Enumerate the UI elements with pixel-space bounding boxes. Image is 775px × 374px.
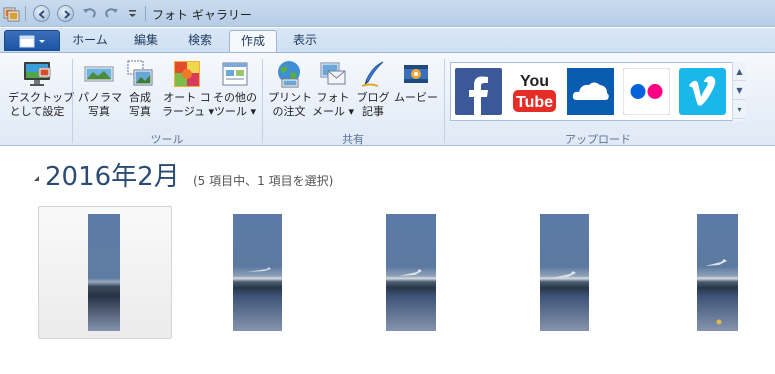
tab-view[interactable]: 表示 [281, 30, 329, 53]
tab-create[interactable]: 作成 [229, 30, 277, 53]
svg-text:Tube: Tube [516, 94, 553, 111]
photo-fuse-label-line1: 合成 [129, 91, 151, 104]
gallery-expand-button[interactable]: ▾ [733, 100, 746, 119]
flickr-icon[interactable] [623, 68, 670, 115]
upload-group-label: アップロード [565, 133, 631, 146]
redo-icon[interactable] [103, 5, 120, 22]
title-separator [145, 6, 146, 21]
set-as-desktop-label-line2: として設定 [9, 105, 65, 118]
auto-collage-button[interactable]: オート コ ラージュ ▾ [162, 59, 215, 119]
ribbon-group-separator [262, 59, 263, 143]
photo-fuse-button[interactable]: 合成 写真 [122, 59, 158, 119]
gallery-scroll-up-button[interactable]: ▲ [733, 62, 746, 81]
panorama-button[interactable]: パノラマ 写真 [78, 59, 122, 119]
photo-gallery-app-icon[interactable] [3, 5, 20, 22]
photo-thumbnail[interactable] [386, 214, 436, 331]
gallery-scroll-down-button[interactable]: ▼ [733, 81, 746, 100]
ribbon-group-separator [72, 59, 73, 143]
set-as-desktop-button[interactable]: デスクトップ として設定 [8, 59, 74, 119]
photo-email-label-line2: メール ▾ [312, 105, 355, 118]
photo-email-button[interactable]: フォト メール ▾ [312, 59, 354, 119]
panorama-label-line1: パノラマ [78, 91, 122, 104]
photo-thumbnail[interactable] [540, 214, 589, 331]
svg-text:You: You [520, 73, 549, 90]
auto-collage-icon [174, 61, 200, 87]
facebook-icon[interactable] [455, 68, 502, 115]
blog-post-label-line2: 記事 [362, 105, 384, 118]
photo-thumbnail[interactable] [233, 214, 282, 331]
panorama-icon [84, 66, 114, 82]
onedrive-icon[interactable] [567, 68, 614, 115]
customize-toolbar-dropdown-icon[interactable] [124, 5, 141, 22]
upload-gallery-scroll: ▲ ▼ ▾ [732, 62, 746, 121]
more-tools-icon [222, 62, 248, 86]
movie-label-line1: ムービー [394, 91, 438, 104]
photo-fuse-label-line2: 写真 [129, 105, 151, 118]
collapse-group-arrow-icon[interactable] [34, 176, 39, 181]
auto-collage-label-line2: ラージュ ▾ [162, 105, 215, 118]
share-group-label: 共有 [342, 133, 364, 146]
order-prints-button[interactable]: プリント の注文 [268, 59, 312, 119]
title-bar: フォト ギャラリー [0, 0, 775, 27]
movie-button[interactable]: ムービー [394, 59, 438, 105]
forward-button[interactable] [57, 5, 74, 22]
ribbon-group-separator [444, 59, 445, 143]
tab-search[interactable]: 検索 [176, 30, 224, 53]
order-prints-label-line1: プリント [268, 91, 312, 104]
vimeo-icon[interactable] [679, 68, 726, 115]
ribbon-tab-row: ホーム 編集 検索 作成 表示 [0, 28, 775, 53]
ribbon: デスクトップ として設定 パノラマ 写真 合成 写真 オート コ ラージュ ▾ … [0, 52, 775, 146]
blog-post-button[interactable]: ブログ 記事 [356, 59, 390, 119]
quill-pen-icon [361, 61, 384, 87]
more-tools-button[interactable]: その他の ツール ▾ [212, 59, 258, 119]
more-tools-label-line2: ツール ▾ [213, 105, 257, 118]
photo-email-icon [320, 62, 346, 85]
more-tools-label-line1: その他の [213, 91, 257, 104]
upload-gallery: You Tube [450, 62, 746, 121]
file-menu-button[interactable] [4, 30, 60, 51]
globe-icon [278, 61, 300, 88]
window-title: フォト ギャラリー [152, 8, 252, 22]
desktop-background-icon [24, 62, 51, 86]
photo-thumbnail[interactable] [88, 214, 120, 331]
selection-count: (5 項目中、1 項目を選択) [193, 174, 334, 188]
blog-post-label-line1: ブログ [356, 91, 390, 104]
photo-fuse-icon [127, 60, 153, 86]
photo-email-label-line1: フォト [316, 91, 350, 104]
title-separator [25, 6, 26, 21]
youtube-icon[interactable]: You Tube [511, 68, 558, 115]
auto-collage-label-line1: オート コ [163, 91, 211, 104]
undo-icon[interactable] [81, 5, 98, 22]
photo-thumbnail[interactable] [697, 214, 738, 331]
set-as-desktop-label-line1: デスクトップ [8, 91, 74, 104]
film-reel-icon [404, 65, 428, 83]
back-button[interactable] [33, 5, 50, 22]
panorama-label-line2: 写真 [88, 105, 110, 118]
tools-group-label: ツール [150, 133, 184, 146]
date-group-heading[interactable]: 2016年2月 [45, 156, 180, 193]
order-prints-label-line2: の注文 [272, 105, 306, 118]
tab-home[interactable]: ホーム [66, 30, 114, 53]
tab-edit[interactable]: 編集 [122, 30, 170, 53]
